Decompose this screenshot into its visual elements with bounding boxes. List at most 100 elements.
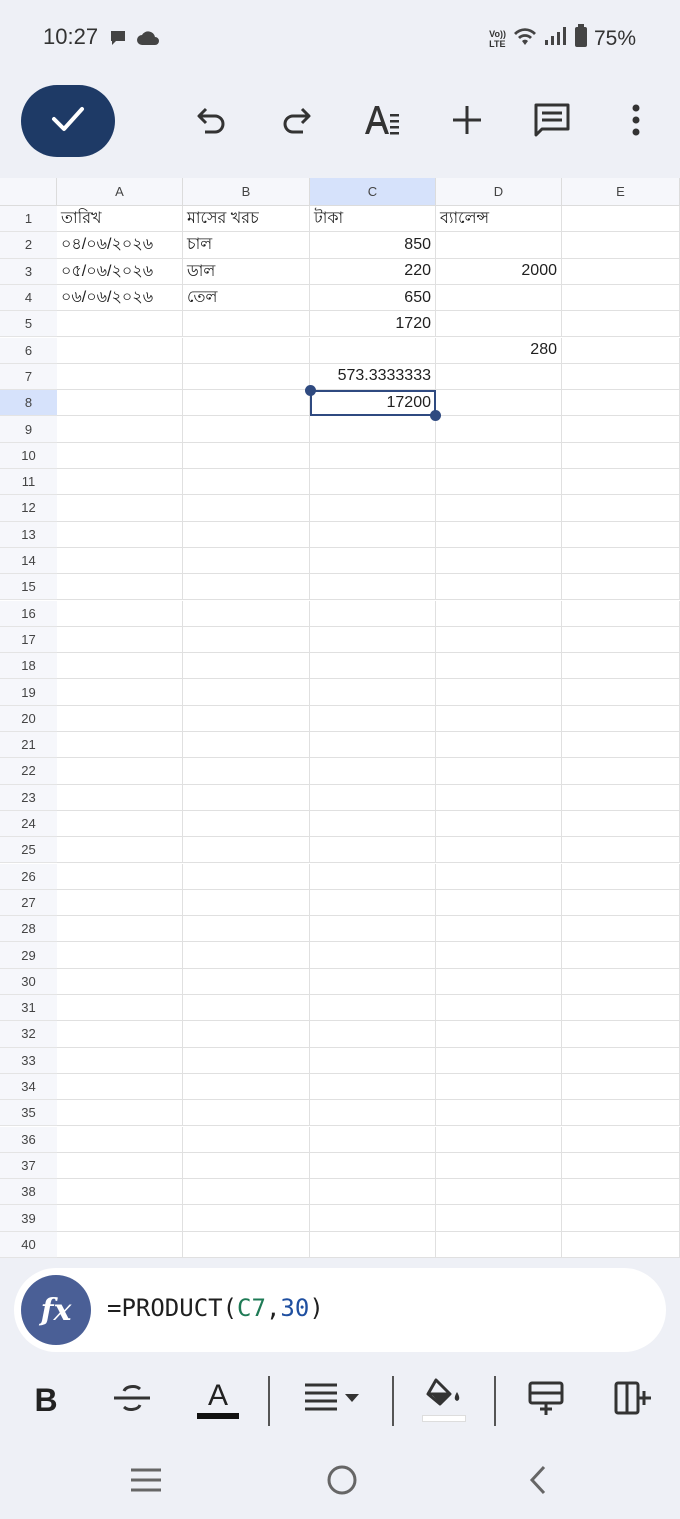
- cell-c13[interactable]: [310, 521, 436, 548]
- row-header[interactable]: 38: [0, 1179, 57, 1206]
- cell-d8[interactable]: [436, 390, 562, 417]
- row-header[interactable]: 30: [0, 968, 57, 995]
- cell-d12[interactable]: [436, 495, 562, 522]
- cell-e18[interactable]: [562, 653, 680, 680]
- cell-d39[interactable]: [436, 1205, 562, 1232]
- cell-e13[interactable]: [562, 521, 680, 548]
- row-header[interactable]: 21: [0, 732, 57, 759]
- cell-e6[interactable]: [562, 337, 680, 364]
- cell-d9[interactable]: [436, 416, 562, 443]
- column-header-e[interactable]: E: [562, 178, 680, 206]
- cell-b24[interactable]: [183, 810, 310, 838]
- cell-b6[interactable]: [183, 337, 310, 364]
- cell-c27[interactable]: [310, 889, 436, 917]
- row-header[interactable]: 7: [0, 363, 57, 391]
- cell-d1[interactable]: ব্যালেন্স: [436, 206, 562, 233]
- row-header[interactable]: 6: [0, 337, 57, 364]
- cell-a15[interactable]: [57, 574, 183, 601]
- cell-d16[interactable]: [436, 600, 562, 627]
- cell-b17[interactable]: [183, 626, 310, 654]
- cell-c33[interactable]: [310, 1047, 436, 1074]
- cell-d11[interactable]: [436, 469, 562, 496]
- cell-b18[interactable]: [183, 653, 310, 680]
- cell-e23[interactable]: [562, 784, 680, 811]
- cell-a38[interactable]: [57, 1179, 183, 1206]
- row-header[interactable]: 2: [0, 232, 57, 259]
- cell-c22[interactable]: [310, 758, 436, 785]
- cell-e1[interactable]: [562, 206, 680, 233]
- cell-a24[interactable]: [57, 810, 183, 838]
- cell-e14[interactable]: [562, 547, 680, 575]
- cell-a17[interactable]: [57, 626, 183, 654]
- cell-c30[interactable]: [310, 968, 436, 995]
- cell-b26[interactable]: [183, 863, 310, 890]
- cell-c23[interactable]: [310, 784, 436, 811]
- cell-b10[interactable]: [183, 442, 310, 469]
- cell-a1[interactable]: তারিখ: [57, 206, 183, 233]
- cell-d7[interactable]: [436, 363, 562, 391]
- cell-c37[interactable]: [310, 1152, 436, 1180]
- cell-d28[interactable]: [436, 916, 562, 943]
- cell-e5[interactable]: [562, 311, 680, 338]
- cell-c14[interactable]: [310, 547, 436, 575]
- cell-c7[interactable]: 573.3333333: [310, 363, 436, 391]
- cell-a23[interactable]: [57, 784, 183, 811]
- cell-d26[interactable]: [436, 863, 562, 890]
- cell-c28[interactable]: [310, 916, 436, 943]
- home-button[interactable]: [322, 1460, 362, 1504]
- recent-apps-button[interactable]: [126, 1460, 166, 1504]
- cell-d23[interactable]: [436, 784, 562, 811]
- cell-a35[interactable]: [57, 1100, 183, 1127]
- cell-d31[interactable]: [436, 995, 562, 1022]
- cell-b28[interactable]: [183, 916, 310, 943]
- cell-d10[interactable]: [436, 442, 562, 469]
- cell-a6[interactable]: [57, 337, 183, 364]
- row-header[interactable]: 25: [0, 837, 57, 864]
- cell-e17[interactable]: [562, 626, 680, 654]
- cell-e36[interactable]: [562, 1126, 680, 1153]
- cell-e29[interactable]: [562, 942, 680, 969]
- cell-b23[interactable]: [183, 784, 310, 811]
- cell-b11[interactable]: [183, 469, 310, 496]
- cell-d21[interactable]: [436, 732, 562, 759]
- cell-a20[interactable]: [57, 705, 183, 732]
- cell-b33[interactable]: [183, 1047, 310, 1074]
- cell-b40[interactable]: [183, 1231, 310, 1258]
- cell-b14[interactable]: [183, 547, 310, 575]
- cell-c40[interactable]: [310, 1231, 436, 1258]
- cell-e33[interactable]: [562, 1047, 680, 1074]
- cell-a40[interactable]: [57, 1231, 183, 1258]
- row-header[interactable]: 40: [0, 1231, 57, 1258]
- row-header[interactable]: 32: [0, 1021, 57, 1048]
- row-header[interactable]: 16: [0, 600, 57, 627]
- cell-c29[interactable]: [310, 942, 436, 969]
- cell-e20[interactable]: [562, 705, 680, 732]
- row-header[interactable]: 36: [0, 1126, 57, 1153]
- cell-d4[interactable]: [436, 284, 562, 312]
- cell-b21[interactable]: [183, 732, 310, 759]
- cell-c9[interactable]: [310, 416, 436, 443]
- redo-button[interactable]: [272, 98, 320, 146]
- cell-c11[interactable]: [310, 469, 436, 496]
- cell-c5[interactable]: 1720: [310, 311, 436, 338]
- row-header[interactable]: 23: [0, 784, 57, 811]
- cell-a8[interactable]: [57, 390, 183, 417]
- cell-e24[interactable]: [562, 810, 680, 838]
- cell-d18[interactable]: [436, 653, 562, 680]
- cell-c32[interactable]: [310, 1021, 436, 1048]
- cell-e30[interactable]: [562, 968, 680, 995]
- cell-b8[interactable]: [183, 390, 310, 417]
- row-header[interactable]: 10: [0, 442, 57, 469]
- cell-c17[interactable]: [310, 626, 436, 654]
- comment-button[interactable]: [528, 98, 576, 146]
- cell-e8[interactable]: [562, 390, 680, 417]
- cell-a19[interactable]: [57, 679, 183, 706]
- cell-c35[interactable]: [310, 1100, 436, 1127]
- cell-e38[interactable]: [562, 1179, 680, 1206]
- cell-e2[interactable]: [562, 232, 680, 259]
- cell-b37[interactable]: [183, 1152, 310, 1180]
- confirm-button[interactable]: [21, 85, 115, 157]
- cell-c10[interactable]: [310, 442, 436, 469]
- cell-c34[interactable]: [310, 1073, 436, 1101]
- cell-a26[interactable]: [57, 863, 183, 890]
